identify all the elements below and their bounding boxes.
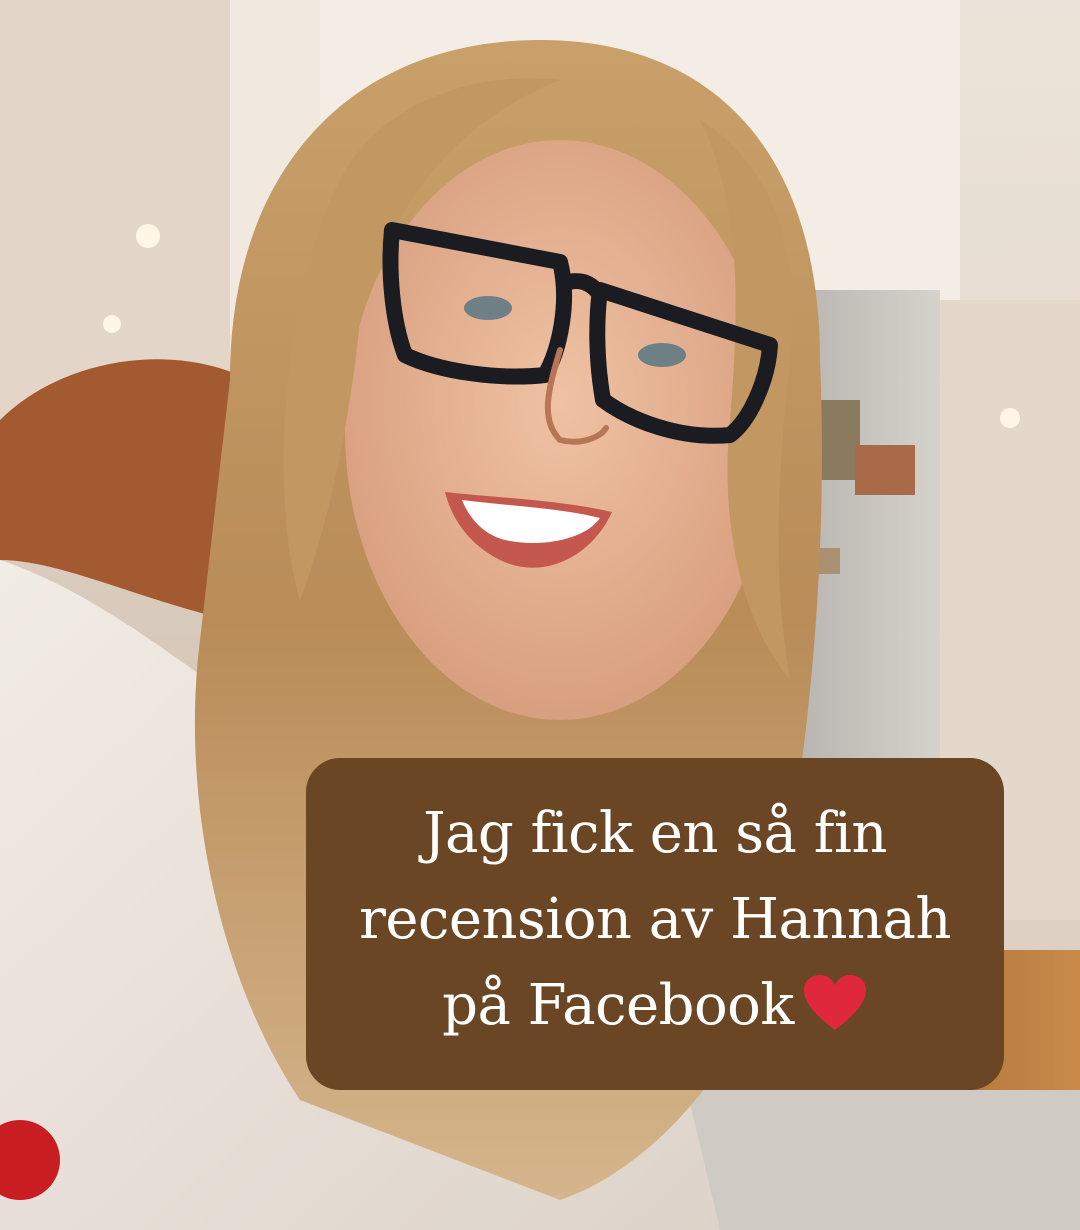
caption-line-3: på Facebook (359, 963, 951, 1057)
caption-line-1: Jag fick en så fin (423, 801, 887, 866)
heart-icon (802, 971, 868, 1057)
caption-text: Jag fick en så fin recension av Hannah p… (359, 791, 951, 1057)
caption-line-2: recension av Hannah (359, 887, 951, 952)
caption-line-3-text: på Facebook (442, 973, 794, 1038)
caption-box: Jag fick en så fin recension av Hannah p… (306, 758, 1004, 1090)
